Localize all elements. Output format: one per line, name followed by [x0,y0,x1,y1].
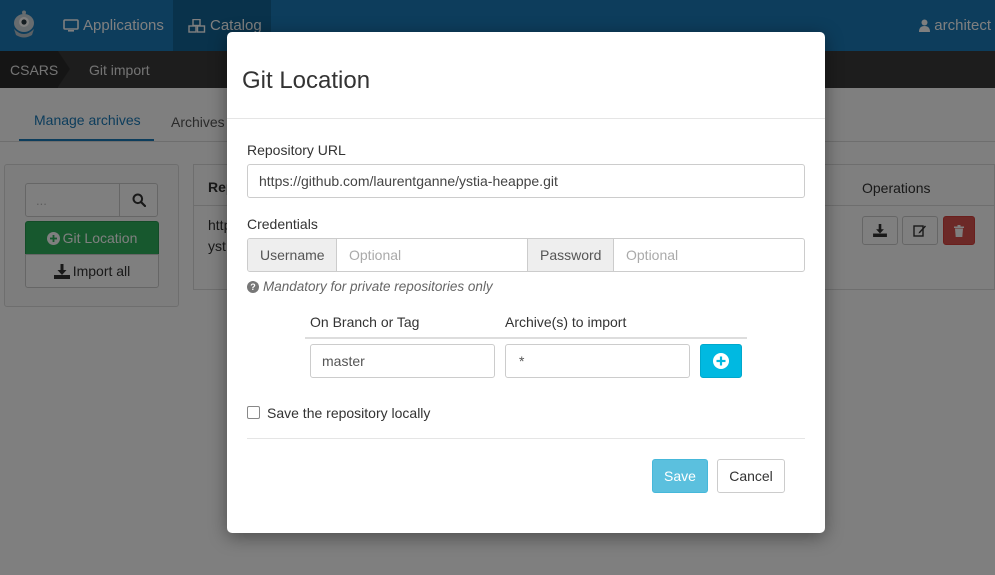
repository-url-input[interactable]: https://github.com/laurentganne/ystia-he… [247,164,805,198]
add-branch-button[interactable] [700,344,742,378]
question-circle-icon: ? [247,280,259,293]
save-locally-checkbox[interactable] [247,406,260,419]
archives-input[interactable]: * [505,344,690,378]
plus-circle-icon [713,353,729,369]
credentials-hint-text: Mandatory for private repositories only [263,279,493,294]
password-input[interactable]: Optional [626,239,678,271]
username-input[interactable]: Optional [349,239,401,271]
password-addon: Password [527,239,614,271]
branch-input[interactable]: master [310,344,495,378]
save-button[interactable]: Save [652,459,708,493]
cancel-button[interactable]: Cancel [717,459,785,493]
modal-title: Git Location [242,67,371,94]
credentials-group: Username Optional Password Optional [247,238,805,272]
git-location-modal: Git Location Repository URL https://gith… [227,32,825,533]
credentials-hint: ? Mandatory for private repositories onl… [247,279,493,294]
archives-header: Archive(s) to import [505,314,627,330]
branch-table-divider [305,337,747,339]
save-locally-label[interactable]: Save the repository locally [267,405,430,421]
branch-header: On Branch or Tag [310,314,420,330]
credentials-label: Credentials [247,216,318,232]
modal-header-divider [227,118,825,119]
repository-url-label: Repository URL [247,142,346,158]
modal-footer-divider [247,438,805,439]
username-addon: Username [248,239,337,271]
